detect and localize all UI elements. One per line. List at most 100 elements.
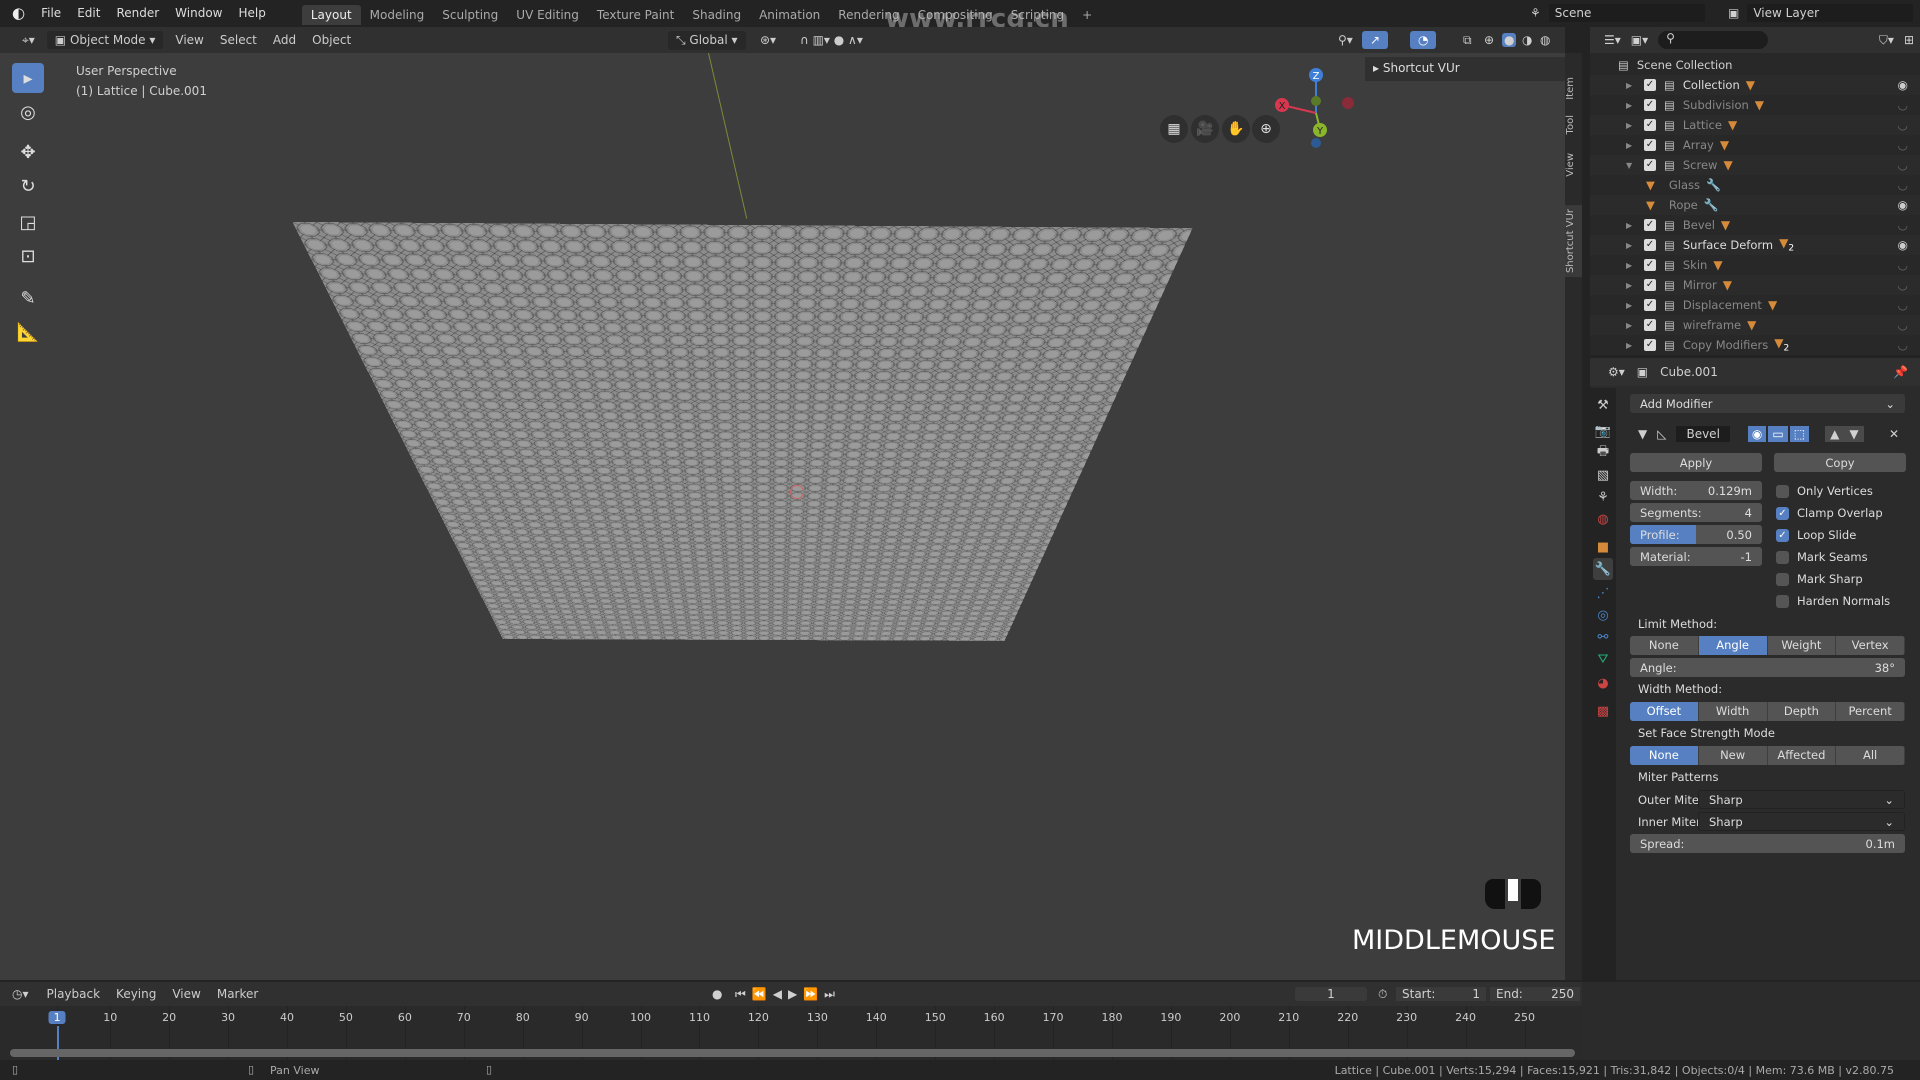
workspace-tab-layout[interactable]: Layout xyxy=(301,5,361,25)
eye-closed-icon[interactable]: ◡ xyxy=(1898,158,1908,172)
rotate-tool[interactable]: ↻ xyxy=(12,171,44,201)
eye-closed-icon[interactable]: ◡ xyxy=(1898,138,1908,152)
new-collection-icon[interactable]: ⊞ xyxy=(1904,33,1914,47)
checkbox-icon[interactable]: ✓ xyxy=(1644,319,1656,331)
eye-icon[interactable]: ◉ xyxy=(1898,198,1908,212)
collapsed-icon[interactable]: ▶ xyxy=(1626,101,1638,110)
checkbox-mark-seams[interactable]: Mark Seams xyxy=(1776,550,1868,564)
shading-solid-icon[interactable]: ● xyxy=(1502,33,1517,47)
pan-hand-icon[interactable]: ✋ xyxy=(1222,115,1250,143)
outliner-item[interactable]: ▼ Glass 🔧 ◡ xyxy=(1590,175,1920,195)
option-depth[interactable]: Depth xyxy=(1768,702,1837,721)
checkbox-loop-slide[interactable]: ✓ Loop Slide xyxy=(1776,528,1856,542)
start-frame-field[interactable]: Start: 1 xyxy=(1396,987,1486,1001)
angle-field[interactable]: Angle: 38° xyxy=(1630,658,1905,677)
inner-miter-dropdown[interactable]: Sharp ⌄ xyxy=(1698,812,1905,831)
object-icon[interactable]: ▼ xyxy=(1755,98,1764,112)
outliner-item[interactable]: ▶ ✓ ▤ Skin ▼ ◡ xyxy=(1590,255,1920,275)
visibility-icon[interactable]: ⚲▾ xyxy=(1330,31,1361,49)
outliner-item[interactable]: ▶ ✓ ▤ Copy Modifiers ▼2 ◡ xyxy=(1590,335,1920,355)
checkbox-icon[interactable]: ✓ xyxy=(1644,239,1656,251)
end-frame-field[interactable]: End: 250 xyxy=(1490,987,1580,1001)
camera-view-icon[interactable]: 🎥 xyxy=(1191,115,1219,143)
add-modifier-dropdown[interactable]: Add Modifier ⌄ xyxy=(1630,394,1905,413)
checkbox-icon[interactable] xyxy=(1776,594,1789,608)
scene-selector[interactable]: ⚘ Scene xyxy=(1530,3,1705,23)
option-offset[interactable]: Offset xyxy=(1630,702,1699,721)
checkbox-icon[interactable]: ✓ xyxy=(1644,119,1656,131)
xray-icon[interactable]: ⧉ xyxy=(1455,31,1480,50)
editmode-toggle-icon[interactable]: ⬚ xyxy=(1789,426,1810,442)
collapsed-icon[interactable]: ▶ xyxy=(1626,341,1638,350)
collapsed-icon[interactable]: ▶ xyxy=(1626,221,1638,230)
workspace-tab-animation[interactable]: Animation xyxy=(750,5,829,25)
filter-icon[interactable]: ⛉▾ xyxy=(1879,33,1894,48)
collapsed-icon[interactable]: ▶ xyxy=(1626,301,1638,310)
record-button[interactable]: ● xyxy=(712,987,722,1001)
eye-closed-icon[interactable]: ◡ xyxy=(1898,298,1908,312)
editor-type-icon[interactable]: ⚙▾ xyxy=(1608,365,1625,379)
eye-closed-icon[interactable]: ◡ xyxy=(1898,338,1908,352)
properties-tab-material-icon[interactable]: ◕ xyxy=(1593,672,1613,694)
object-icon[interactable]: ▼ xyxy=(1723,158,1732,172)
scene-collection-row[interactable]: ▤ Scene Collection xyxy=(1590,55,1920,75)
collapsed-icon[interactable]: ▶ xyxy=(1626,281,1638,290)
face-strength-selector[interactable]: None New Affected All xyxy=(1630,746,1905,765)
outliner-item[interactable]: ▼ Rope 🔧 ◉ xyxy=(1590,195,1920,215)
modifier-name-field[interactable]: Bevel xyxy=(1676,426,1730,442)
modifier-icon[interactable]: 🔧 xyxy=(1704,198,1719,212)
checkbox-clamp-overlap[interactable]: ✓ Clamp Overlap xyxy=(1776,506,1883,520)
cursor-tool[interactable]: ◎ xyxy=(12,97,44,127)
collapsed-icon[interactable]: ▶ xyxy=(1626,81,1638,90)
properties-tab-scene-icon[interactable]: ⚘ xyxy=(1593,486,1613,508)
checkbox-icon[interactable]: ✓ xyxy=(1644,159,1656,171)
object-icon[interactable]: ▼ xyxy=(1721,218,1730,232)
checkbox-icon[interactable]: ✓ xyxy=(1644,219,1656,231)
object-icon[interactable]: ▼2 xyxy=(1779,236,1794,253)
object-icon[interactable]: ▼ xyxy=(1747,318,1756,332)
checkbox-icon[interactable]: ✓ xyxy=(1644,79,1656,91)
width-method-selector[interactable]: Offset Width Depth Percent xyxy=(1630,702,1905,721)
option-all[interactable]: All xyxy=(1836,746,1905,765)
outliner-item[interactable]: ▼ ✓ ▤ Screw ▼ ◡ xyxy=(1590,155,1920,175)
option-affected[interactable]: Affected xyxy=(1768,746,1837,765)
timeline-scrollbar[interactable] xyxy=(10,1049,1575,1057)
checkbox-icon[interactable]: ✓ xyxy=(1644,139,1656,151)
grid-view-icon[interactable]: ▦ xyxy=(1160,115,1188,143)
checkbox-icon[interactable]: ✓ xyxy=(1776,506,1789,520)
collapsed-icon[interactable]: ▶ xyxy=(1626,321,1638,330)
checkbox-icon[interactable] xyxy=(1776,484,1789,498)
modifier-icon[interactable]: 🔧 xyxy=(1706,178,1721,192)
object-icon[interactable]: ▼2 xyxy=(1774,336,1789,353)
viewport-menu-select[interactable]: Select xyxy=(212,31,265,49)
pivot-icon[interactable]: ⊛▾ xyxy=(752,31,784,49)
eye-icon[interactable]: ◉ xyxy=(1898,78,1908,92)
properties-tab-tool-icon[interactable]: ⚒ xyxy=(1593,394,1613,416)
object-icon[interactable]: ▼ xyxy=(1728,118,1737,132)
render-toggle-icon[interactable]: ◉ xyxy=(1747,426,1767,442)
copy-button[interactable]: Copy xyxy=(1774,453,1906,472)
workspace-tab-modeling[interactable]: Modeling xyxy=(361,5,434,25)
collapsed-icon[interactable]: ▶ xyxy=(1626,141,1638,150)
sidebar-tab-0[interactable]: Item xyxy=(1565,73,1582,104)
blender-logo-icon[interactable]: ◐ xyxy=(0,4,33,22)
object-icon[interactable]: ▼ xyxy=(1768,298,1777,312)
annotate-tool[interactable]: ✎ xyxy=(12,283,44,313)
eye-closed-icon[interactable]: ◡ xyxy=(1898,118,1908,132)
properties-tab-particles-icon[interactable]: ⋰ xyxy=(1593,582,1613,604)
remove-modifier-icon[interactable]: ✕ xyxy=(1889,427,1899,441)
shading-material-icon[interactable]: ◑ xyxy=(1522,33,1532,47)
checkbox-icon[interactable]: ✓ xyxy=(1776,528,1789,542)
checkbox-icon[interactable]: ✓ xyxy=(1644,99,1656,111)
menu-render[interactable]: Render xyxy=(108,6,167,20)
shading-rendered-icon[interactable]: ◍ xyxy=(1540,33,1550,47)
timeline-menu-keying[interactable]: Keying xyxy=(108,985,164,1003)
gizmo-toggle-icon[interactable]: ↗ xyxy=(1362,31,1389,49)
menu-window[interactable]: Window xyxy=(167,6,230,20)
measure-tool[interactable]: 📐 xyxy=(12,317,44,347)
viewport-menu-view[interactable]: View xyxy=(167,31,211,49)
spread-field[interactable]: Spread: 0.1m xyxy=(1630,834,1905,853)
workspace-tab-texture-paint[interactable]: Texture Paint xyxy=(588,5,683,25)
menu-file[interactable]: File xyxy=(33,6,69,20)
add-workspace-button[interactable]: + xyxy=(1073,5,1101,25)
